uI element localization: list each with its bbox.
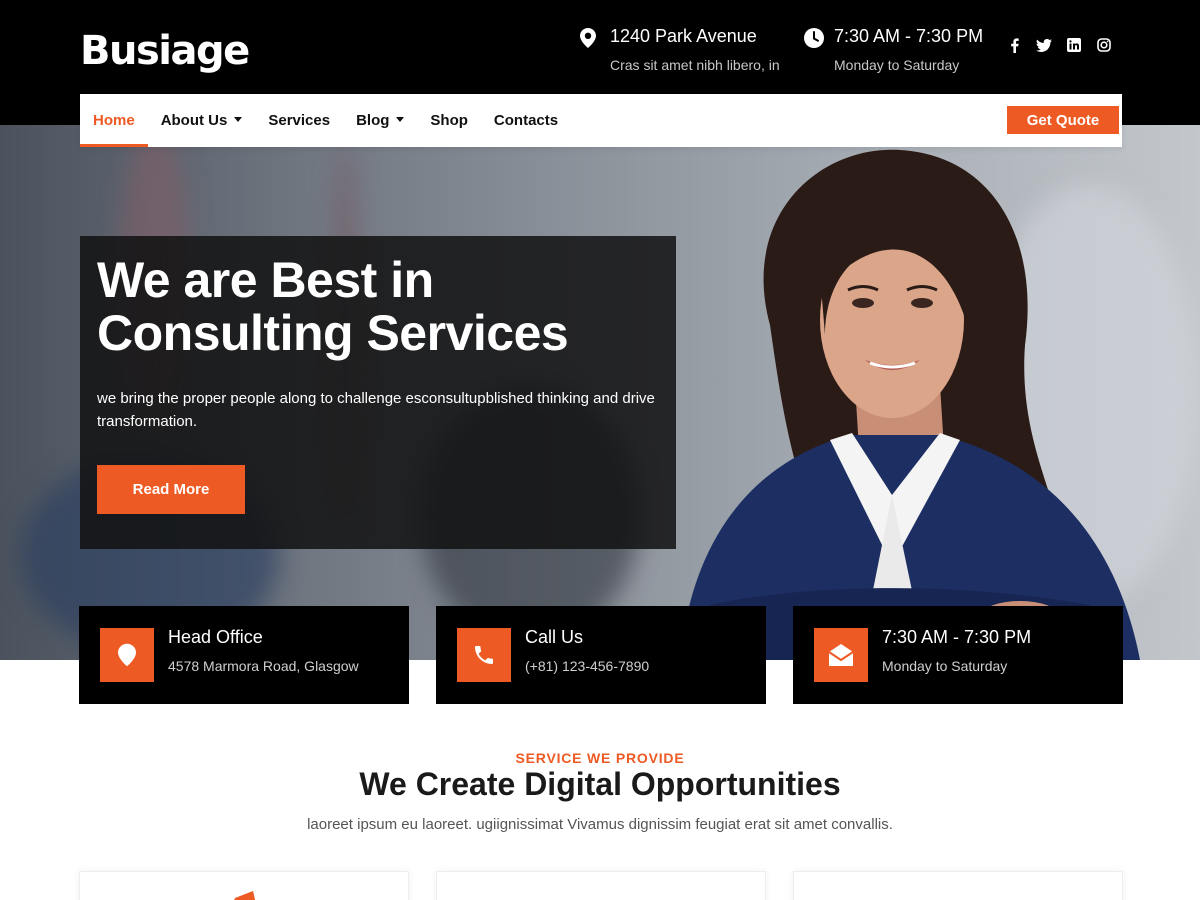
nav-label-home: Home [93, 112, 135, 129]
instagram-icon[interactable] [1096, 37, 1112, 53]
map-pin-icon [100, 628, 154, 682]
main-nav: Home About Us Services Blog Shop Contact… [80, 94, 1122, 147]
hero-title: We are Best in Consulting Services [97, 254, 657, 360]
nav-item-blog[interactable]: Blog [343, 94, 417, 147]
nav-item-contacts[interactable]: Contacts [481, 94, 571, 147]
map-pin-icon [580, 28, 598, 48]
header-address-main: 1240 Park Avenue [610, 26, 757, 46]
header-hours-main: 7:30 AM - 7:30 PM [834, 26, 984, 46]
site-logo[interactable]: Busiage [80, 28, 250, 74]
info-card-title: Call Us [525, 627, 584, 647]
hero-photo [680, 149, 1140, 660]
info-card-title: 7:30 AM - 7:30 PM [882, 627, 1032, 647]
chevron-down-icon [396, 117, 405, 122]
read-more-button[interactable]: Read More [97, 465, 245, 514]
services-eyebrow: SERVICE WE PROVIDE [515, 750, 685, 766]
service-card[interactable] [436, 871, 766, 900]
nav-item-about-us[interactable]: About Us [148, 94, 256, 147]
nav-label-shop: Shop [430, 112, 468, 129]
info-card-hours: 7:30 AM - 7:30 PM Monday to Saturday [793, 606, 1123, 704]
get-quote-button[interactable]: Get Quote [1007, 106, 1119, 134]
nav-label-contacts: Contacts [493, 112, 559, 129]
nav-label-services: Services [268, 112, 331, 129]
info-card-sub: Monday to Saturday [882, 658, 1008, 674]
chevron-down-icon [234, 117, 243, 122]
services-title: We Create Digital Opportunities [359, 766, 841, 802]
service-card[interactable] [793, 871, 1123, 900]
header-address-sub: Cras sit amet nibh libero, in [610, 57, 780, 73]
nav-item-home[interactable]: Home [80, 94, 148, 147]
info-card-title: Head Office [168, 627, 263, 647]
header-hours-sub: Monday to Saturday [834, 57, 960, 73]
info-card-head-office: Head Office 4578 Marmora Road, Glasgow [79, 606, 409, 704]
phone-icon [457, 628, 511, 682]
hero-title-line-1: We are Best in [97, 252, 434, 308]
nav-label-about-us: About Us [160, 112, 228, 129]
chart-icon [580, 888, 624, 900]
nav-item-services[interactable]: Services [255, 94, 343, 147]
nav-item-shop[interactable]: Shop [417, 94, 481, 147]
info-card-call-us: Call Us (+81) 123-456-7890 [436, 606, 766, 704]
info-card-sub: 4578 Marmora Road, Glasgow [168, 658, 359, 674]
services-description: laoreet ipsum eu laoreet. ugiignissimat … [307, 816, 893, 833]
linkedin-icon[interactable] [1066, 37, 1082, 53]
twitter-icon[interactable] [1036, 37, 1052, 53]
envelope-open-icon [814, 628, 868, 682]
hero-content-box: We are Best in Consulting Services we br… [80, 236, 676, 549]
nav-label-blog: Blog [356, 112, 390, 129]
megaphone-icon [234, 891, 256, 900]
hero-description: we bring the proper people along to chal… [97, 390, 655, 430]
hero-title-line-2: Consulting Services [97, 305, 569, 361]
service-card[interactable] [79, 871, 409, 900]
clock-icon [804, 28, 824, 48]
info-card-sub[interactable]: (+81) 123-456-7890 [525, 658, 649, 674]
social-links [1006, 37, 1112, 53]
facebook-icon[interactable] [1006, 37, 1022, 53]
device-icon [937, 888, 981, 900]
